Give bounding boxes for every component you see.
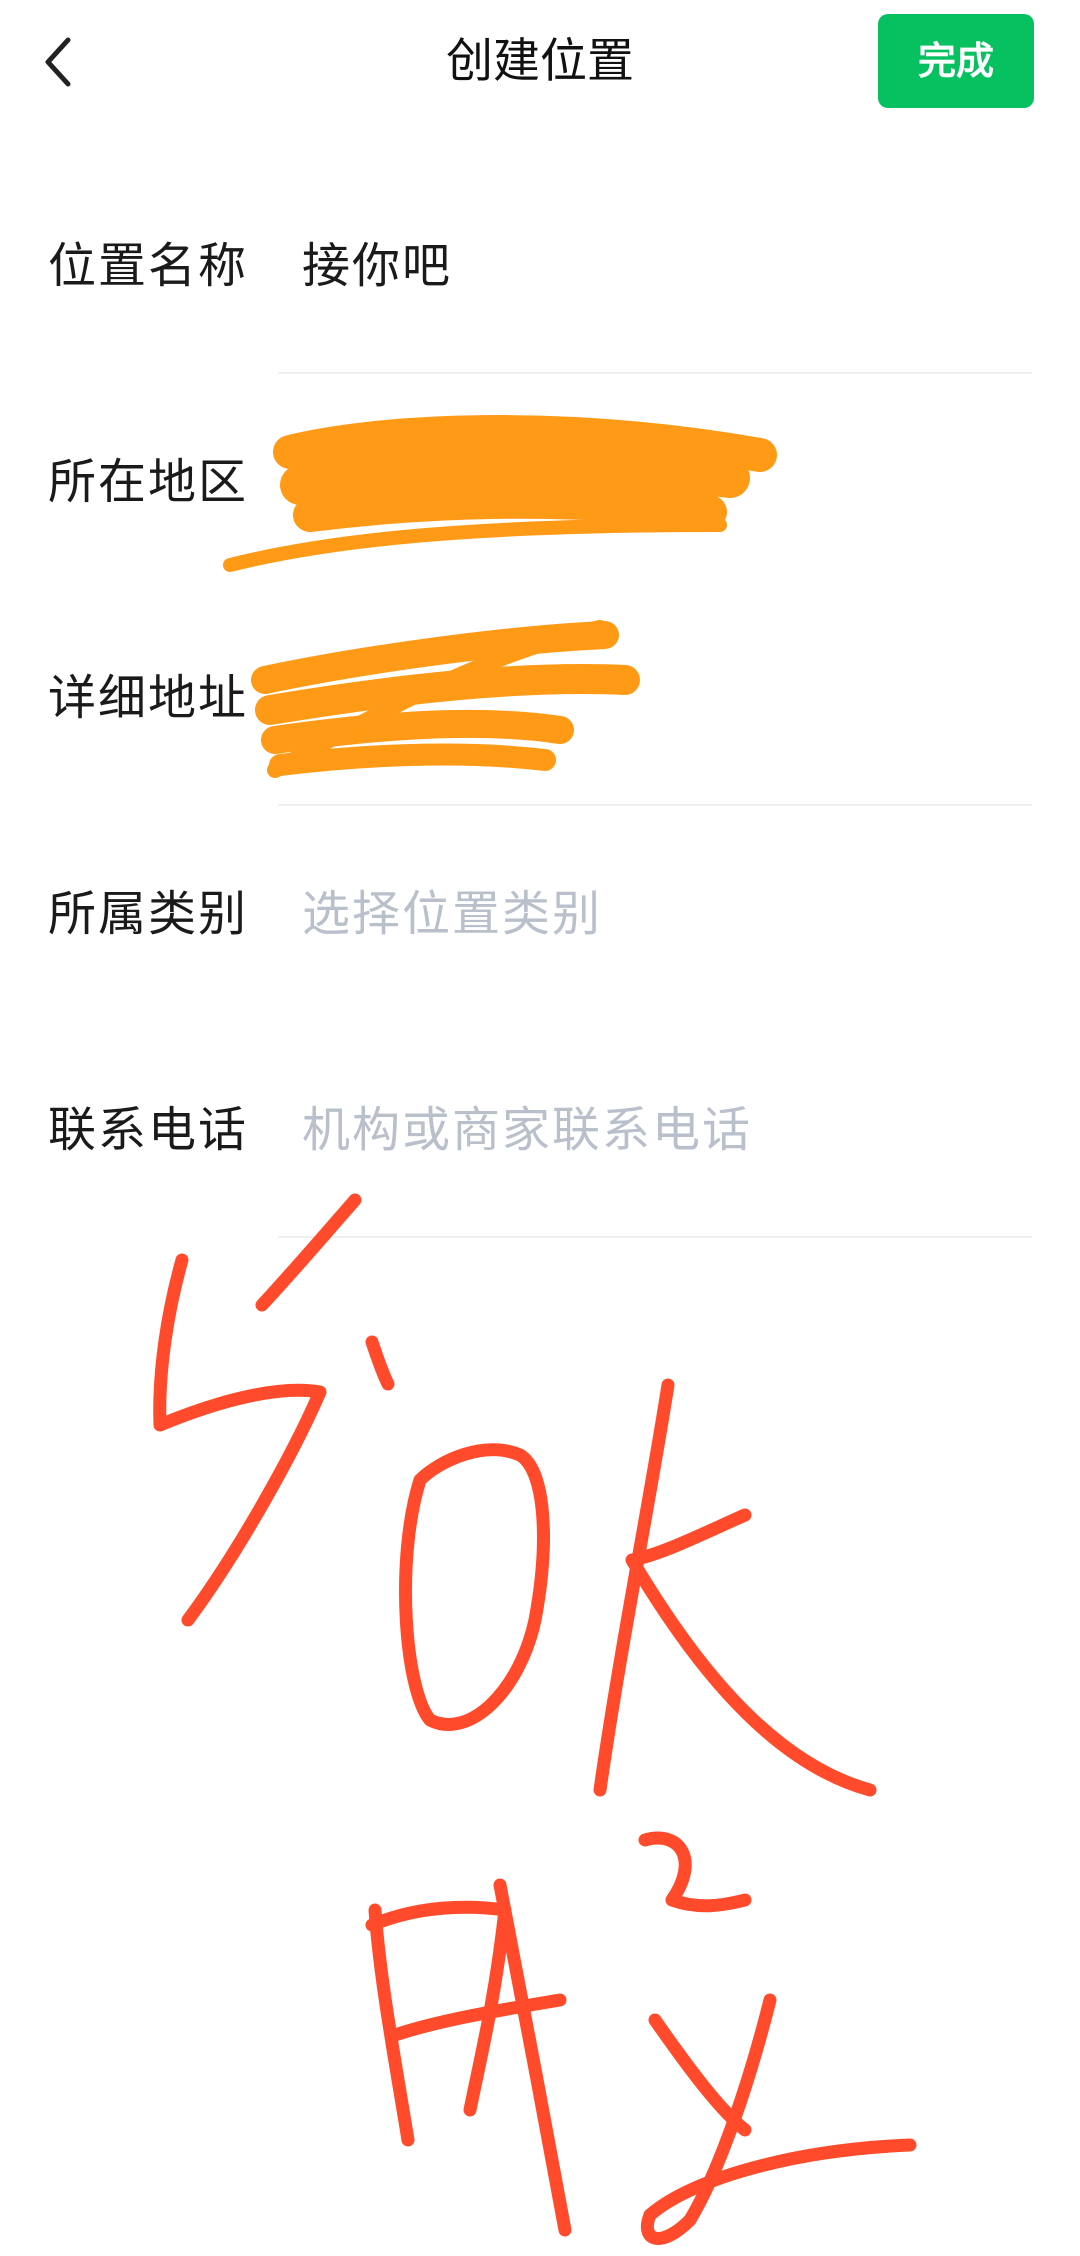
divider (278, 1236, 1032, 1238)
phone-input[interactable] (302, 1072, 1032, 1188)
chevron-left-icon (45, 37, 71, 87)
location-name-row: 位置名称 接你吧 (0, 158, 1080, 374)
category-field[interactable] (302, 856, 1032, 972)
category-row[interactable]: 所属类别 (0, 806, 1080, 1022)
category-label: 所属类别 (48, 886, 249, 942)
phone-label: 联系电话 (48, 1102, 249, 1158)
top-bar: 创建位置 完成 (0, 0, 1080, 130)
back-button[interactable] (28, 22, 88, 102)
done-button[interactable]: 完成 (878, 14, 1034, 108)
address-row: 详细地址 (0, 590, 1080, 806)
region-row[interactable]: 所在地区 (0, 374, 1080, 590)
handwritten-red-annotation (153, 1193, 917, 2245)
phone-row: 联系电话 (0, 1022, 1080, 1238)
location-name-label: 位置名称 (48, 238, 249, 294)
address-label: 详细地址 (48, 670, 249, 726)
region-label: 所在地区 (48, 454, 249, 510)
location-name-value[interactable]: 接你吧 (302, 158, 452, 374)
